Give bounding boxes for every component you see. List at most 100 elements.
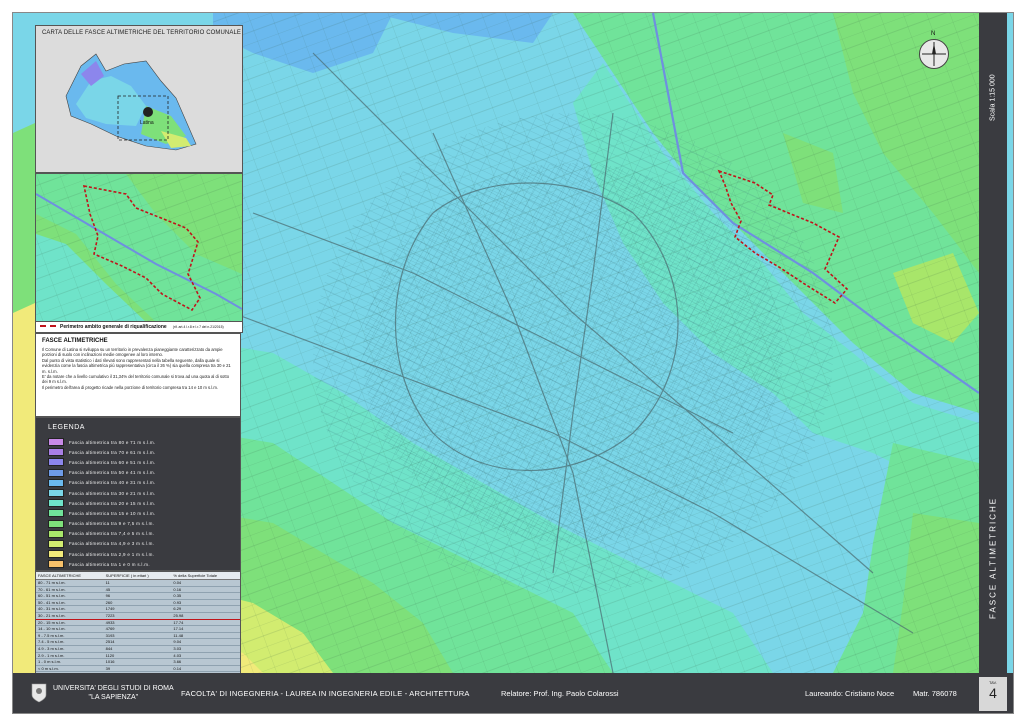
table-cell: 40 - 31 m s.l.m. — [36, 605, 104, 613]
table-cell: 11 — [103, 579, 172, 587]
table-cell: 25.98 — [171, 611, 240, 620]
table-cell: 4.9 - 3 m s.l.m. — [36, 645, 104, 653]
perimeter-legend: Perimetro ambito generale di riqualifica… — [35, 321, 243, 333]
legend-item: Fascia altimetrica tra 60 e 51 m s.l.m. — [48, 457, 228, 467]
description-paragraph: Il perimetro dell'area di progetto ricad… — [42, 384, 219, 390]
legend: LEGENDA Fascia altimetrica tra 80 e 71 m… — [35, 417, 241, 579]
legend-label: Fascia altimetrica tra 60 e 51 m s.l.m. — [69, 459, 156, 465]
table-row: 70 - 61 m s.l.m. 45 0.16 — [36, 586, 240, 594]
sheet-number: 4 — [989, 685, 997, 701]
table-cell: 1 - 0 m s.l.m. — [36, 658, 104, 666]
sheet-title: FASCE ALTIMETRICHE — [988, 496, 998, 620]
legend-item: Fascia altimetrica tra 4,9 e 3 m s.l.m. — [48, 539, 228, 549]
table-cell: 7.4 - 5 m s.l.m. — [36, 638, 104, 646]
laureando-label: Laureando: Cristiano Noce — [805, 689, 895, 698]
university-line2: "LA SAPIENZA" — [88, 694, 139, 701]
sheet-number-box: TAV. 4 — [979, 677, 1007, 711]
town-label: Latina — [140, 120, 154, 126]
table-cell: 17.74 — [171, 619, 240, 627]
table-cell: 1120 — [103, 652, 172, 660]
title-block-footer: UNIVERSITA' DEGLI STUDI DI ROMA "LA SAPI… — [13, 673, 1013, 713]
legend-swatch — [48, 550, 64, 559]
table-row: 80 - 71 m s.l.m. 11 0.04 — [36, 579, 240, 587]
left-panel: CARTA DELLE FASCE ALTIMETRICHE DEL TERRI… — [35, 25, 243, 680]
table-cell: 4.03 — [171, 652, 240, 660]
legend-item: Fascia altimetrica tra 20 e 15 m s.l.m. — [48, 498, 228, 508]
legend-swatch — [48, 438, 64, 447]
table-cell: 14 - 10 m s.l.m. — [36, 625, 104, 633]
table-cell: 50 - 41 m s.l.m. — [36, 599, 104, 607]
table-cell: 0.35 — [171, 592, 240, 600]
table-body: 80 - 71 m s.l.m. 11 0.04 70 - 61 m s.l.m. 45… — [36, 579, 240, 679]
inset-zoom-map — [35, 173, 243, 323]
legend-label: Fascia altimetrica tra 70 e 61 m s.l.m. — [69, 449, 156, 455]
right-sidebar: Scala 1:15 000 FASCE ALTIMETRICHE — [979, 13, 1007, 673]
table-row: 14 - 10 m s.l.m. 4769 17.14 — [36, 625, 240, 633]
table-cell: 39 — [103, 665, 172, 673]
table-cell: 6.29 — [171, 605, 240, 613]
legend-swatch — [48, 519, 64, 528]
table-row: < 0 m s.l.m. 39 0.14 — [36, 665, 240, 673]
north-label: N — [931, 31, 936, 37]
university-name: UNIVERSITA' DEGLI STUDI DI ROMA "LA SAPI… — [53, 684, 174, 702]
table-cell: 2.9 - 1 m s.l.m. — [36, 652, 104, 660]
description-box: FASCE ALTIMETRICHE Il Comune di Latina s… — [35, 333, 241, 417]
description-paragraph: Il Comune di Latina si sviluppa su un te… — [42, 347, 223, 358]
table-row: 60 - 51 m s.l.m. 96 0.35 — [36, 592, 240, 600]
table-cell: < 0 m s.l.m. — [36, 665, 104, 673]
perimeter-label: Perimetro ambito generale di riqualifica… — [60, 324, 167, 330]
legend-item: Fascia altimetrica tra 30 e 21 m s.l.m. — [48, 488, 228, 498]
legend-item: Fascia altimetrica tra 7,4 e 5 m s.l.m. — [48, 529, 228, 539]
overview-map: CARTA DELLE FASCE ALTIMETRICHE DEL TERRI… — [35, 25, 243, 173]
description-heading: FASCE ALTIMETRICHE — [42, 338, 108, 344]
legend-item: Fascia altimetrica tra 40 e 31 m s.l.m. — [48, 478, 228, 488]
legend-item: Fascia altimetrica tra 2,9 e 1 m s.l.m. — [48, 549, 228, 559]
north-arrow-icon: N — [919, 31, 949, 69]
university-crest-icon — [31, 683, 47, 703]
table-row: 2.9 - 1 m s.l.m. 1120 4.03 — [36, 652, 240, 660]
table-header: % della Superficie Totale — [171, 572, 240, 580]
table-cell: 11.48 — [171, 632, 240, 640]
overview-title: CARTA DELLE FASCE ALTIMETRICHE DEL TERRI… — [42, 30, 241, 36]
legend-item: Fascia altimetrica tra 80 e 71 m s.l.m. — [48, 437, 228, 447]
legend-items: Fascia altimetrica tra 80 e 71 m s.l.m. F… — [48, 437, 228, 580]
legend-label: Fascia altimetrica tra 20 e 15 m s.l.m. — [69, 500, 156, 506]
legend-label: Fascia altimetrica tra 1 e 0 m s.l.m. — [69, 561, 150, 567]
table-row: 4.9 - 3 m s.l.m. 844 3.03 — [36, 645, 240, 653]
table-row: 30 - 21 m s.l.m. 7223 25.98 — [36, 611, 240, 620]
legend-label: Fascia altimetrica tra 50 e 41 m s.l.m. — [69, 470, 156, 476]
scale-label: Scala 1:15 000 — [989, 74, 997, 122]
legend-swatch — [48, 458, 64, 467]
legend-label: Fascia altimetrica tra 40 e 31 m s.l.m. — [69, 480, 156, 486]
table-cell: 4769 — [103, 625, 172, 633]
legend-label: Fascia altimetrica tra 9 e 7,5 m s.l.m. — [69, 521, 155, 527]
legend-label: Fascia altimetrica tra 2,9 e 1 m s.l.m. — [69, 551, 155, 557]
description-paragraph: Dal punto di vista statistico i dati ril… — [42, 357, 231, 374]
legend-item: Fascia altimetrica tra 50 e 41 m s.l.m. — [48, 468, 228, 478]
legend-item: Fascia altimetrica tra 15 e 10 m s.l.m. — [48, 508, 228, 518]
table-row: 50 - 41 m s.l.m. 260 0.93 — [36, 599, 240, 607]
table-cell: 7223 — [103, 611, 172, 620]
table-cell: 45 — [103, 586, 172, 594]
perimeter-note: (rif. art.4 l.r.8 e l.r.7 del n.21/2015) — [172, 325, 224, 329]
map-sheet: N CARTA DELLE FASCE ALTIMETRICHE DEL TER… — [12, 12, 1014, 714]
table-row: 7.4 - 5 m s.l.m. 2514 9.04 — [36, 638, 240, 646]
table-cell: 30 - 21 m s.l.m. — [36, 611, 104, 620]
table-row: 9 - 7.5 m s.l.m. 3193 11.48 — [36, 632, 240, 640]
table-cell: 1016 — [103, 658, 172, 666]
legend-label: Fascia altimetrica tra 7,4 e 5 m s.l.m. — [69, 531, 155, 537]
table-cell: 0.04 — [171, 579, 240, 587]
legend-swatch — [48, 499, 64, 508]
perimeter-swatch — [40, 324, 56, 330]
university-line1: UNIVERSITA' DEGLI STUDI DI ROMA — [53, 685, 174, 692]
table-cell: 844 — [103, 645, 172, 653]
table-cell: 9 - 7.5 m s.l.m. — [36, 632, 104, 640]
table-cell: 3193 — [103, 632, 172, 640]
faculty-label: FACOLTA' DI INGEGNERIA - LAUREA IN INGEG… — [181, 689, 470, 698]
table-cell: 96 — [103, 592, 172, 600]
legend-swatch — [48, 560, 64, 569]
legend-swatch — [48, 529, 64, 538]
table-row: 1 - 0 m s.l.m. 1016 3.66 — [36, 658, 240, 666]
legend-swatch — [48, 478, 64, 487]
table-cell: 60 - 51 m s.l.m. — [36, 592, 104, 600]
